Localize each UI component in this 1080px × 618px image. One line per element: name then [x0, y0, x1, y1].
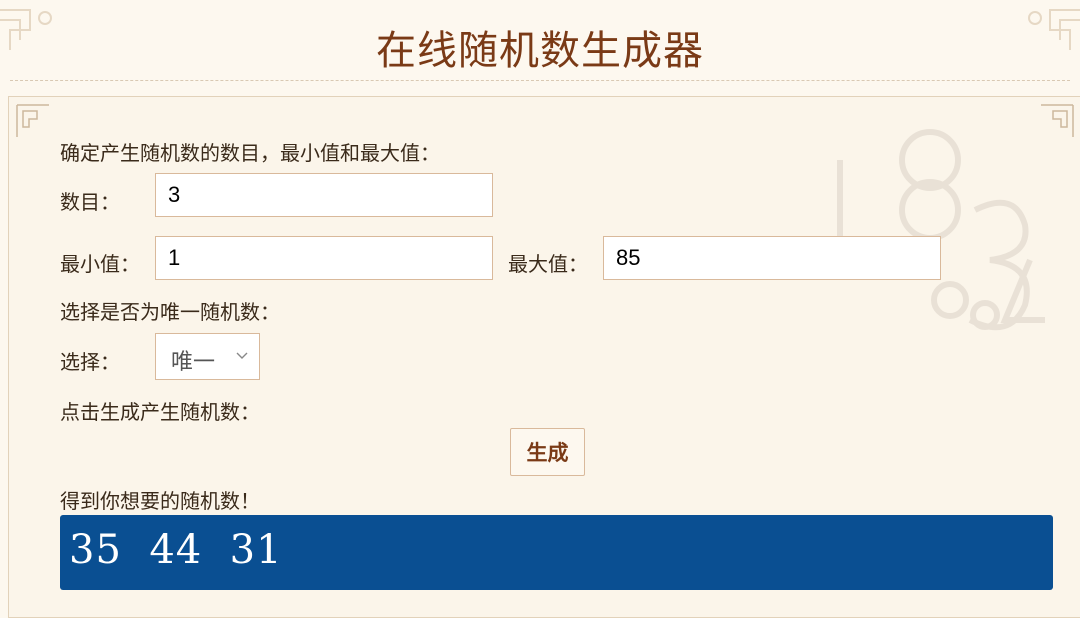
- count-input[interactable]: [155, 173, 493, 217]
- min-input[interactable]: [155, 236, 493, 280]
- generate-button[interactable]: 生成: [510, 428, 585, 476]
- max-label: 最大值：: [508, 252, 588, 276]
- unique-prompt: 选择是否为唯一随机数：: [60, 300, 280, 324]
- unique-select-value: 唯一: [171, 349, 216, 374]
- result-label: 得到你想要的随机数！: [60, 489, 260, 513]
- min-label: 最小值：: [60, 252, 140, 276]
- unique-select[interactable]: 唯一: [155, 333, 260, 380]
- count-label: 数目：: [60, 190, 120, 214]
- number-background-decoration: [837, 129, 1045, 331]
- generate-prompt: 点击生成产生随机数：: [60, 400, 260, 424]
- chevron-down-icon: [236, 352, 248, 359]
- divider: [10, 80, 1070, 81]
- corner-ornament-icon: [16, 104, 49, 137]
- select-label: 选择：: [60, 350, 120, 374]
- max-input[interactable]: [603, 236, 941, 280]
- result-box: 35 44 31: [60, 515, 1053, 590]
- intro-label: 确定产生随机数的数目，最小值和最大值：: [60, 141, 440, 165]
- result-numbers: 35 44 31: [69, 527, 283, 573]
- page-title: 在线随机数生成器: [376, 28, 704, 74]
